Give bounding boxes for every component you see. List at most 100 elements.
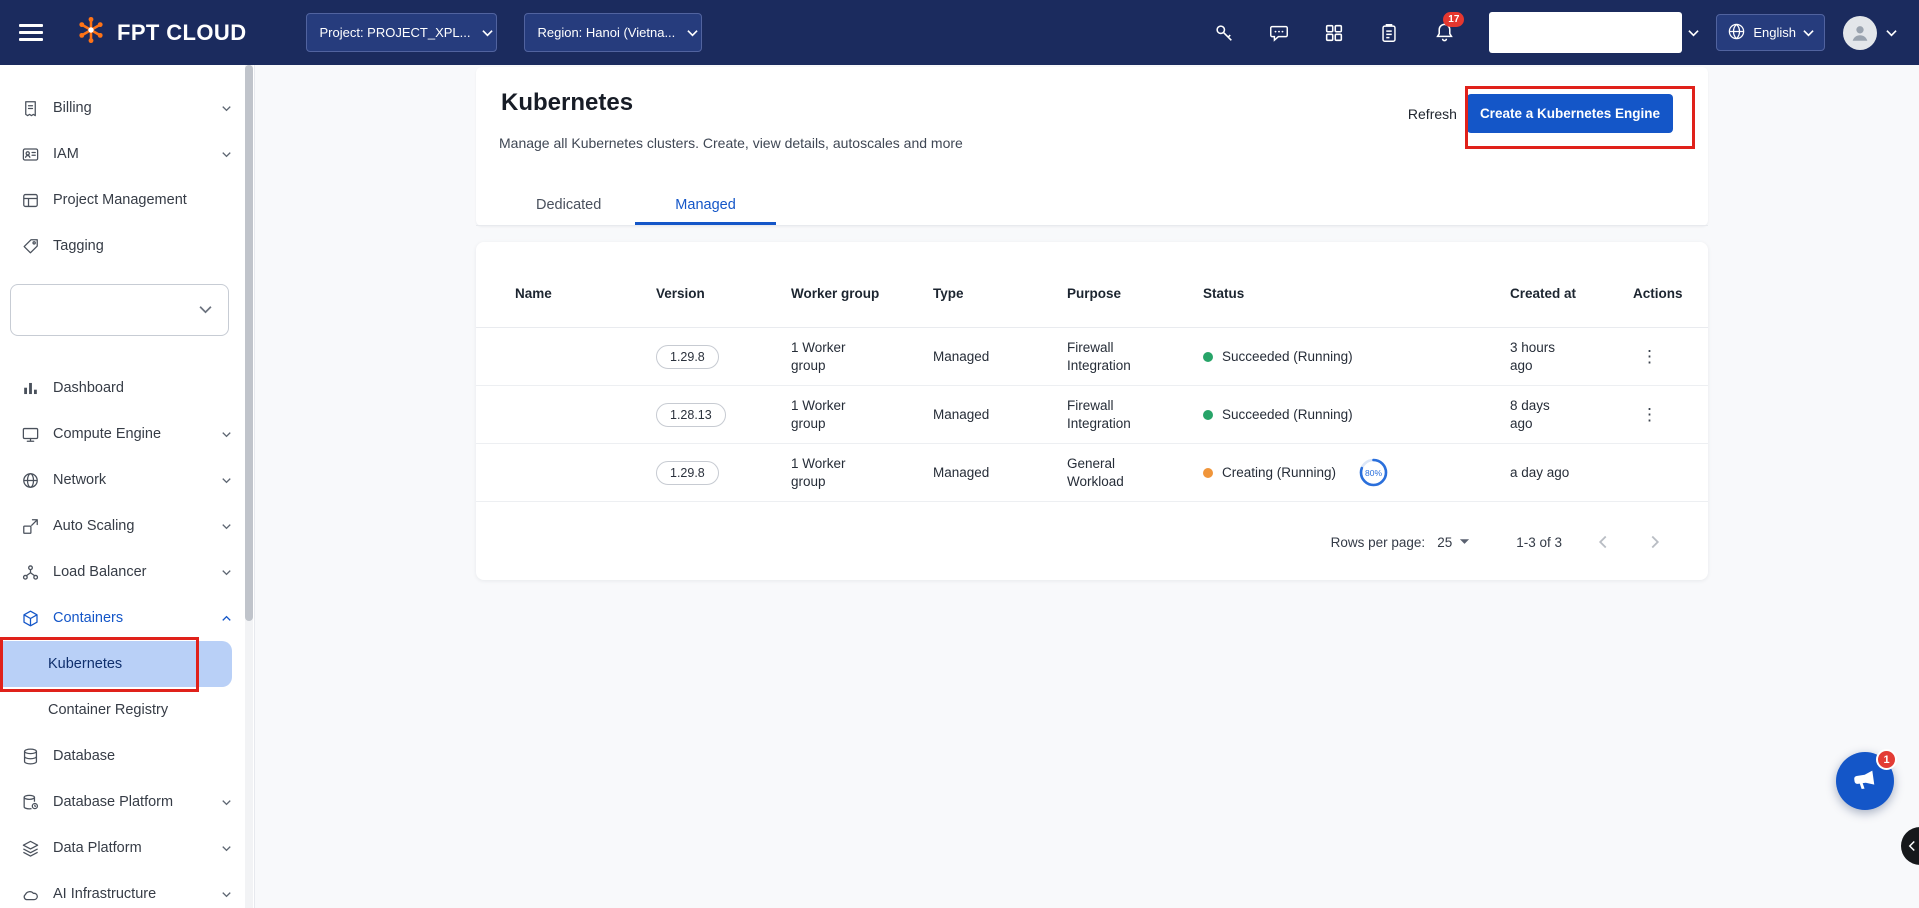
- dashboard-icon: [20, 378, 40, 398]
- next-page-button[interactable]: [1644, 531, 1666, 553]
- chevron-down-icon: [219, 519, 234, 534]
- notifications-bell-icon[interactable]: 17: [1432, 21, 1456, 45]
- chevron-down-icon: [219, 795, 234, 810]
- sidebar-item-kubernetes[interactable]: Kubernetes: [0, 641, 232, 687]
- sidebar-item-billing[interactable]: Billing: [0, 85, 254, 131]
- ai-infrastructure-cloud-icon: [20, 884, 40, 904]
- sidebar-item-ai-infrastructure[interactable]: AI Infrastructure: [0, 871, 254, 908]
- sidebar-item-iam[interactable]: IAM: [0, 131, 254, 177]
- database-icon: [20, 746, 40, 766]
- sidebar-item-containers[interactable]: Containers: [0, 595, 254, 641]
- sidebar-item-compute-engine[interactable]: Compute Engine: [0, 411, 254, 457]
- clusters-table-card: Name Version Worker group Type Purpose S…: [476, 242, 1708, 580]
- status-dot: [1203, 468, 1213, 478]
- previous-page-button[interactable]: [1592, 531, 1614, 553]
- tab-bar: Dedicated Managed: [476, 185, 1708, 226]
- brand-text: FPT CLOUD: [117, 20, 246, 46]
- sidebar-item-label: Tagging: [53, 238, 234, 254]
- announcements-fab[interactable]: 1: [1836, 752, 1894, 810]
- sidebar-item-label: AI Infrastructure: [53, 886, 206, 902]
- chevron-up-icon: [219, 611, 234, 626]
- create-kubernetes-button[interactable]: Create a Kubernetes Engine: [1467, 94, 1673, 133]
- scrollbar-thumb[interactable]: [245, 65, 253, 621]
- cell-created-at: 3 hours ago: [1510, 339, 1574, 374]
- sidebar-item-label: Database: [53, 748, 234, 764]
- sidebar-item-database-platform[interactable]: Database Platform: [0, 779, 254, 825]
- region-selector[interactable]: Region: Hanoi (Vietna...: [524, 13, 702, 52]
- table-header-row: Name Version Worker group Type Purpose S…: [476, 242, 1708, 328]
- sidebar-item-load-balancer[interactable]: Load Balancer: [0, 549, 254, 595]
- cell-version: 1.28.13: [656, 403, 791, 427]
- clipboard-icon[interactable]: [1377, 21, 1401, 45]
- cell-worker-group: 1 Worker group: [791, 455, 857, 490]
- column-header-status: Status: [1203, 286, 1510, 301]
- column-header-version: Version: [656, 286, 791, 301]
- chevron-down-icon[interactable]: [1688, 29, 1699, 37]
- key-icon[interactable]: [1212, 21, 1236, 45]
- sidebar-item-label: Auto Scaling: [53, 518, 206, 534]
- billing-icon: [20, 98, 40, 118]
- row-actions-button[interactable]: ⋮: [1633, 344, 1666, 369]
- chevron-down-icon: [482, 25, 493, 40]
- caret-down-icon: [1459, 538, 1470, 546]
- version-chip: 1.29.8: [656, 461, 719, 485]
- sidebar-item-label: Billing: [53, 100, 206, 116]
- main-content: Kubernetes Manage all Kubernetes cluster…: [255, 65, 1919, 908]
- sidebar-item-label: Database Platform: [53, 794, 206, 810]
- user-menu[interactable]: [1843, 16, 1897, 50]
- sidebar-item-label: Kubernetes: [48, 656, 122, 672]
- auto-scaling-icon: [20, 516, 40, 536]
- sidebar-item-label: Compute Engine: [53, 426, 206, 442]
- sidebar-scrollbar[interactable]: [245, 65, 253, 908]
- sidebar-item-data-platform[interactable]: Data Platform: [0, 825, 254, 871]
- menu-button[interactable]: [8, 10, 54, 56]
- sidebar-item-auto-scaling[interactable]: Auto Scaling: [0, 503, 254, 549]
- cell-status: Succeeded (Running): [1203, 349, 1510, 364]
- brand-logo: FPT CLOUD: [74, 13, 246, 52]
- tag-icon: [20, 236, 40, 256]
- language-selector[interactable]: English: [1716, 14, 1825, 51]
- row-actions-button[interactable]: ⋮: [1633, 402, 1666, 427]
- cell-actions: ⋮: [1633, 402, 1688, 427]
- status-text: Succeeded (Running): [1222, 407, 1353, 422]
- page-actions: Refresh Create a Kubernetes Engine: [1408, 94, 1673, 133]
- sidebar-item-database[interactable]: Database: [0, 733, 254, 779]
- refresh-button[interactable]: Refresh: [1408, 106, 1457, 122]
- sidebar-item-label: IAM: [53, 146, 206, 162]
- apps-grid-icon[interactable]: [1322, 21, 1346, 45]
- table-row[interactable]: 1.28.13 1 Worker group Managed Firewall …: [476, 386, 1708, 444]
- support-chat-icon[interactable]: [1267, 21, 1291, 45]
- chevron-down-icon: [219, 565, 234, 580]
- cell-worker-group: 1 Worker group: [791, 339, 857, 374]
- table-row[interactable]: 1.29.8 1 Worker group Managed General Wo…: [476, 444, 1708, 502]
- sidebar-item-dashboard[interactable]: Dashboard: [0, 365, 254, 411]
- chevron-down-icon: [1803, 25, 1814, 40]
- cell-version: 1.29.8: [656, 461, 791, 485]
- cell-type: Managed: [933, 465, 1067, 480]
- sidebar-item-tagging[interactable]: Tagging: [0, 223, 254, 269]
- tab-dedicated[interactable]: Dedicated: [502, 185, 635, 225]
- project-management-icon: [20, 190, 40, 210]
- creation-progress-ring: 80%: [1358, 457, 1389, 488]
- containers-cube-icon: [20, 608, 40, 628]
- cell-version: 1.29.8: [656, 345, 791, 369]
- tab-managed[interactable]: Managed: [635, 185, 775, 225]
- table-row[interactable]: 1.29.8 1 Worker group Managed Firewall I…: [476, 328, 1708, 386]
- project-selector[interactable]: Project: PROJECT_XPL...: [306, 13, 497, 52]
- page-header: Kubernetes Manage all Kubernetes cluster…: [476, 67, 1708, 226]
- rows-per-page-select[interactable]: 25: [1437, 535, 1470, 550]
- cell-actions: ⋮: [1633, 344, 1688, 369]
- chevron-down-icon: [1886, 24, 1897, 42]
- fpt-logo-icon: [74, 13, 108, 52]
- hamburger-icon: [19, 24, 43, 41]
- sidebar-item-container-registry[interactable]: Container Registry: [0, 687, 254, 733]
- column-header-purpose: Purpose: [1067, 286, 1203, 301]
- search-input[interactable]: [1489, 12, 1682, 53]
- fab-badge: 1: [1876, 749, 1897, 770]
- version-chip: 1.28.13: [656, 403, 726, 427]
- sidebar-item-network[interactable]: Network: [0, 457, 254, 503]
- sidebar-workspace-select[interactable]: [10, 284, 229, 336]
- status-text: Creating (Running): [1222, 465, 1336, 480]
- sidebar-item-project-management[interactable]: Project Management: [0, 177, 254, 223]
- status-dot: [1203, 352, 1213, 362]
